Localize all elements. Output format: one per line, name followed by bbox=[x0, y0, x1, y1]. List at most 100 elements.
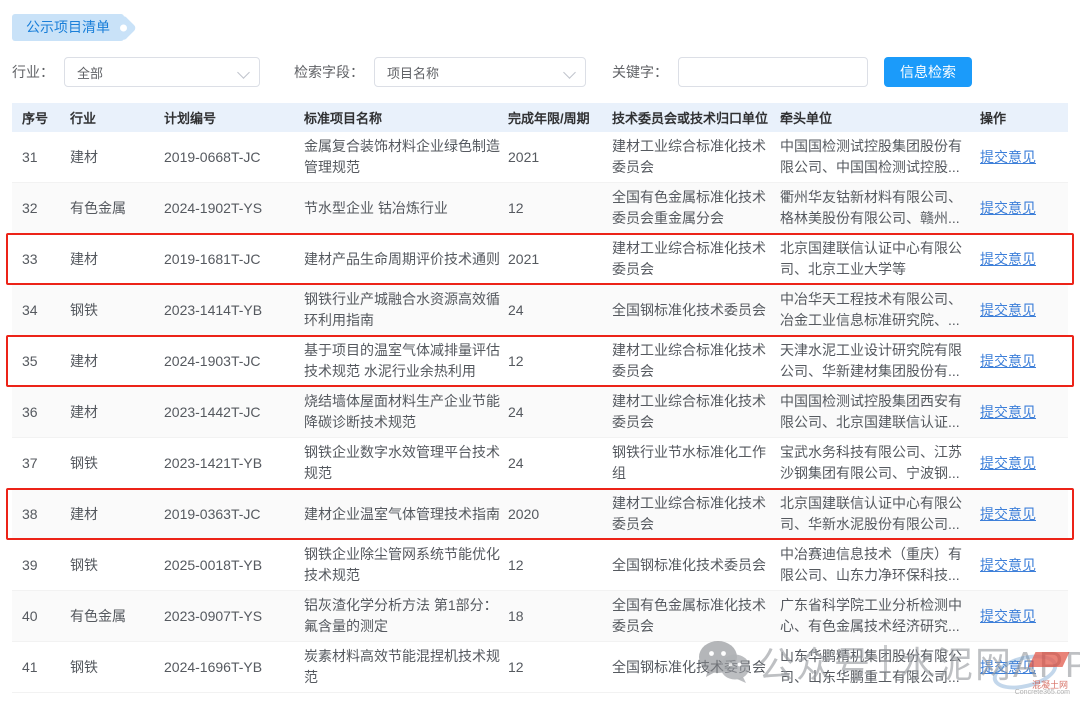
cell-no: 41 bbox=[22, 653, 62, 682]
cell-committee: 建材工业综合标准化技术委员会 bbox=[612, 336, 772, 386]
cell-lead-unit: 北京国建联信认证中心有限公司、华新水泥股份有限公司... bbox=[780, 489, 972, 539]
cell-plan-no: 2023-0907T-YS bbox=[164, 602, 296, 631]
chevron-down-icon bbox=[563, 66, 576, 79]
table-row: 38建材2019-0363T-JC建材企业温室气体管理技术指南2020建材工业综… bbox=[12, 489, 1068, 540]
page-title: 公示项目清单 bbox=[26, 19, 110, 35]
cell-plan-no: 2019-1681T-JC bbox=[164, 245, 296, 274]
cell-lead-unit: 中冶赛迪信息技术（重庆）有限公司、山东力净环保科技... bbox=[780, 540, 972, 590]
cell-no: 32 bbox=[22, 194, 62, 223]
submit-feedback-link[interactable]: 提交意见 bbox=[980, 302, 1036, 318]
cell-period: 12 bbox=[508, 551, 604, 580]
cell-project-name: 炭素材料高效节能混捏机技术规范 bbox=[304, 642, 500, 692]
tag-dot-decoration bbox=[120, 24, 127, 31]
submit-feedback-link[interactable]: 提交意见 bbox=[980, 404, 1036, 420]
cell-committee: 全国钢标准化技术委员会 bbox=[612, 653, 772, 682]
cell-project-name: 建材产品生命周期评价技术通则 bbox=[304, 245, 500, 274]
table-row: 41钢铁2024-1696T-YB炭素材料高效节能混捏机技术规范12全国钢标准化… bbox=[12, 642, 1068, 693]
cell-lead-unit: 中国国检测试控股集团西安有限公司、北京国建联信认证... bbox=[780, 387, 972, 437]
cell-committee: 全国钢标准化技术委员会 bbox=[612, 296, 772, 325]
submit-feedback-link[interactable]: 提交意见 bbox=[980, 251, 1036, 267]
cell-action: 提交意见 bbox=[980, 347, 1058, 376]
cell-no: 36 bbox=[22, 398, 62, 427]
cell-industry: 建材 bbox=[70, 500, 156, 529]
table-header-row: 序号行业计划编号标准项目名称完成年限/周期技术委员会或技术归口单位牵头单位操作 bbox=[12, 103, 1068, 132]
cell-committee: 全国有色金属标准化技术委员会重金属分会 bbox=[612, 183, 772, 233]
cell-lead-unit: 宝武水务科技有限公司、江苏沙钢集团有限公司、宁波钢... bbox=[780, 438, 972, 488]
cell-project-name: 钢铁行业产城融合水资源高效循环利用指南 bbox=[304, 285, 500, 335]
cell-industry: 钢铁 bbox=[70, 449, 156, 478]
table-row: 35建材2024-1903T-JC基于项目的温室气体减排量评估技术规范 水泥行业… bbox=[12, 336, 1068, 387]
cell-period: 12 bbox=[508, 653, 604, 682]
search-field-select[interactable]: 项目名称 bbox=[374, 57, 586, 87]
cell-industry: 建材 bbox=[70, 143, 156, 172]
column-header-project-name: 标准项目名称 bbox=[304, 108, 500, 127]
page-title-tag: 公示项目清单 bbox=[12, 14, 124, 41]
search-field-select-value: 项目名称 bbox=[387, 63, 439, 82]
cell-committee: 全国钢标准化技术委员会 bbox=[612, 551, 772, 580]
cell-committee: 建材工业综合标准化技术委员会 bbox=[612, 234, 772, 284]
cell-period: 18 bbox=[508, 602, 604, 631]
cell-industry: 建材 bbox=[70, 398, 156, 427]
cell-industry: 有色金属 bbox=[70, 194, 156, 223]
filter-bar: 行业： 全部 检索字段： 项目名称 关键字： 信息检索 bbox=[12, 56, 1068, 88]
cell-action: 提交意见 bbox=[980, 500, 1058, 529]
cell-no: 38 bbox=[22, 500, 62, 529]
cell-plan-no: 2023-1414T-YB bbox=[164, 296, 296, 325]
cell-plan-no: 2025-0018T-YB bbox=[164, 551, 296, 580]
cell-lead-unit: 中冶华天工程技术有限公司、冶金工业信息标准研究院、... bbox=[780, 285, 972, 335]
cell-period: 2021 bbox=[508, 245, 604, 274]
submit-feedback-link[interactable]: 提交意见 bbox=[980, 200, 1036, 216]
cell-project-name: 铝灰渣化学分析方法 第1部分：氟含量的测定 bbox=[304, 591, 500, 641]
cell-no: 33 bbox=[22, 245, 62, 274]
cell-period: 24 bbox=[508, 398, 604, 427]
cell-period: 2020 bbox=[508, 500, 604, 529]
chevron-down-icon bbox=[237, 66, 250, 79]
table-row: 34 钢铁 2023-1414T-YB 钢铁行业产城融合水资源高效循环利用指南 24 全国… bbox=[12, 285, 1068, 336]
cell-lead-unit: 天津水泥工业设计研究院有限公司、华新建材集团股份有... bbox=[780, 336, 972, 386]
industry-label: 行业： bbox=[12, 62, 54, 82]
industry-select-value: 全部 bbox=[77, 63, 103, 82]
cell-project-name: 建材企业温室气体管理技术指南 bbox=[304, 500, 500, 529]
search-button[interactable]: 信息检索 bbox=[884, 57, 972, 87]
cell-lead-unit: 北京国建联信认证中心有限公司、北京工业大学等 bbox=[780, 234, 972, 284]
cell-plan-no: 2024-1902T-YS bbox=[164, 194, 296, 223]
cell-action: 提交意见 bbox=[980, 194, 1058, 223]
cell-period: 24 bbox=[508, 296, 604, 325]
table-row: 32有色金属2024-1902T-YS节水型企业 钴冶炼行业12全国有色金属标准… bbox=[12, 183, 1068, 234]
submit-feedback-link[interactable]: 提交意见 bbox=[980, 608, 1036, 624]
cell-committee: 钢铁行业节水标准化工作组 bbox=[612, 438, 772, 488]
cell-plan-no: 2024-1696T-YB bbox=[164, 653, 296, 682]
cell-period: 12 bbox=[508, 194, 604, 223]
cell-project-name: 基于项目的温室气体减排量评估技术规范 水泥行业余热利用 bbox=[304, 336, 500, 386]
submit-feedback-link[interactable]: 提交意见 bbox=[980, 149, 1036, 165]
cell-industry: 钢铁 bbox=[70, 551, 156, 580]
cell-industry: 有色金属 bbox=[70, 602, 156, 631]
projects-table: 序号行业计划编号标准项目名称完成年限/周期技术委员会或技术归口单位牵头单位操作 … bbox=[12, 103, 1068, 693]
cell-industry: 建材 bbox=[70, 347, 156, 376]
cell-no: 39 bbox=[22, 551, 62, 580]
cell-action: 提交意见 bbox=[980, 602, 1058, 631]
cell-action: 提交意见 bbox=[980, 245, 1058, 274]
industry-select[interactable]: 全部 bbox=[64, 57, 260, 87]
cell-committee: 建材工业综合标准化技术委员会 bbox=[612, 132, 772, 182]
submit-feedback-link[interactable]: 提交意见 bbox=[980, 659, 1036, 675]
cell-lead-unit: 山东华鹏精机集团股份有限公司、山东华鹏重工有限公司... bbox=[780, 642, 972, 692]
cell-committee: 全国有色金属标准化技术委员会 bbox=[612, 591, 772, 641]
cell-no: 34 bbox=[22, 296, 62, 325]
cell-lead-unit: 衢州华友钴新材料有限公司、格林美股份有限公司、赣州... bbox=[780, 183, 972, 233]
cell-project-name: 钢铁企业数字水效管理平台技术规范 bbox=[304, 438, 500, 488]
cell-plan-no: 2024-1903T-JC bbox=[164, 347, 296, 376]
submit-feedback-link[interactable]: 提交意见 bbox=[980, 557, 1036, 573]
keyword-input[interactable] bbox=[678, 57, 868, 87]
cell-industry: 建材 bbox=[70, 245, 156, 274]
cell-project-name: 钢铁企业除尘管网系统节能优化技术规范 bbox=[304, 540, 500, 590]
cell-industry: 钢铁 bbox=[70, 296, 156, 325]
cell-period: 12 bbox=[508, 347, 604, 376]
submit-feedback-link[interactable]: 提交意见 bbox=[980, 353, 1036, 369]
submit-feedback-link[interactable]: 提交意见 bbox=[980, 455, 1036, 471]
cell-plan-no: 2019-0363T-JC bbox=[164, 500, 296, 529]
table-row: 36建材2023-1442T-JC烧结墙体屋面材料生产企业节能降碳诊断技术规范2… bbox=[12, 387, 1068, 438]
cell-action: 提交意见 bbox=[980, 143, 1058, 172]
submit-feedback-link[interactable]: 提交意见 bbox=[980, 506, 1036, 522]
cell-action: 提交意见 bbox=[980, 551, 1058, 580]
